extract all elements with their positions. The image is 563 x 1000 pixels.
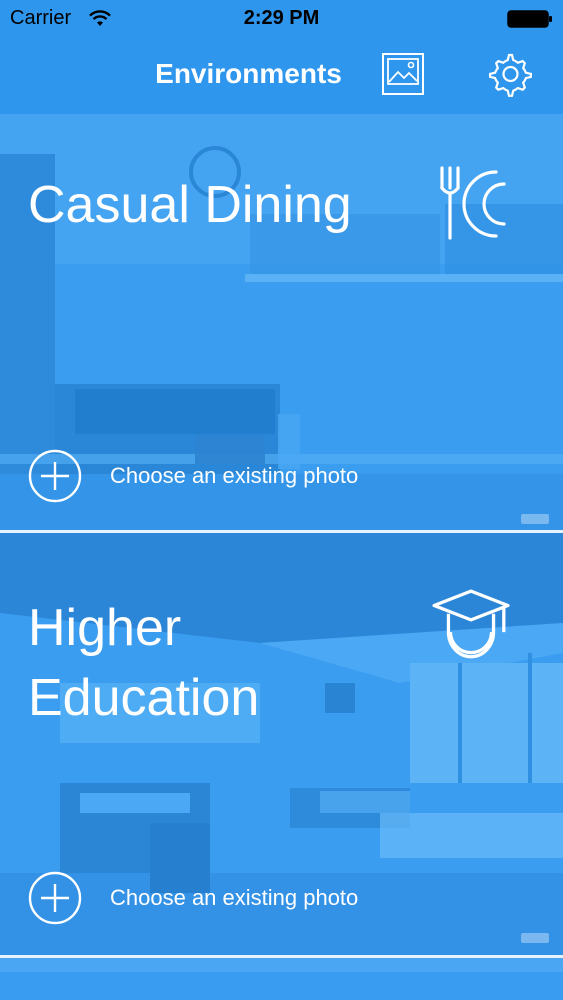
environment-card-casual-dining[interactable]: Casual Dining Choose an existing photo [0, 114, 563, 532]
battery-icon [507, 10, 552, 28]
brand-watermark [521, 933, 549, 943]
add-circle-icon [28, 871, 82, 925]
choose-photo-label: Choose an existing photo [110, 885, 359, 910]
choose-photo-button[interactable]: Choose an existing photo [28, 871, 358, 925]
add-circle-icon [28, 449, 82, 503]
fork-plate-icon [440, 166, 506, 240]
graduation-cap-icon [432, 589, 510, 659]
environment-card-higher-education[interactable]: Higher Education Choose an existing phot… [0, 533, 563, 955]
choose-photo-label: Choose an existing photo [110, 463, 359, 488]
environment-title: Higher Education [28, 599, 260, 727]
photo-library-icon[interactable] [381, 52, 425, 96]
brand-watermark [521, 514, 549, 524]
app-screen: Carrier 2:29 PM Environments Casual Dini… [0, 0, 563, 1000]
environment-title: Casual Dining [28, 176, 352, 234]
gear-icon[interactable] [486, 51, 532, 97]
card-background-image [0, 958, 563, 1000]
choose-photo-button[interactable]: Choose an existing photo [28, 449, 358, 503]
navigation-bar: Environments [0, 38, 563, 114]
status-time: 2:29 PM [243, 7, 320, 29]
environment-card-partial[interactable] [0, 958, 563, 1000]
status-bar: Carrier 2:29 PM [0, 0, 563, 38]
